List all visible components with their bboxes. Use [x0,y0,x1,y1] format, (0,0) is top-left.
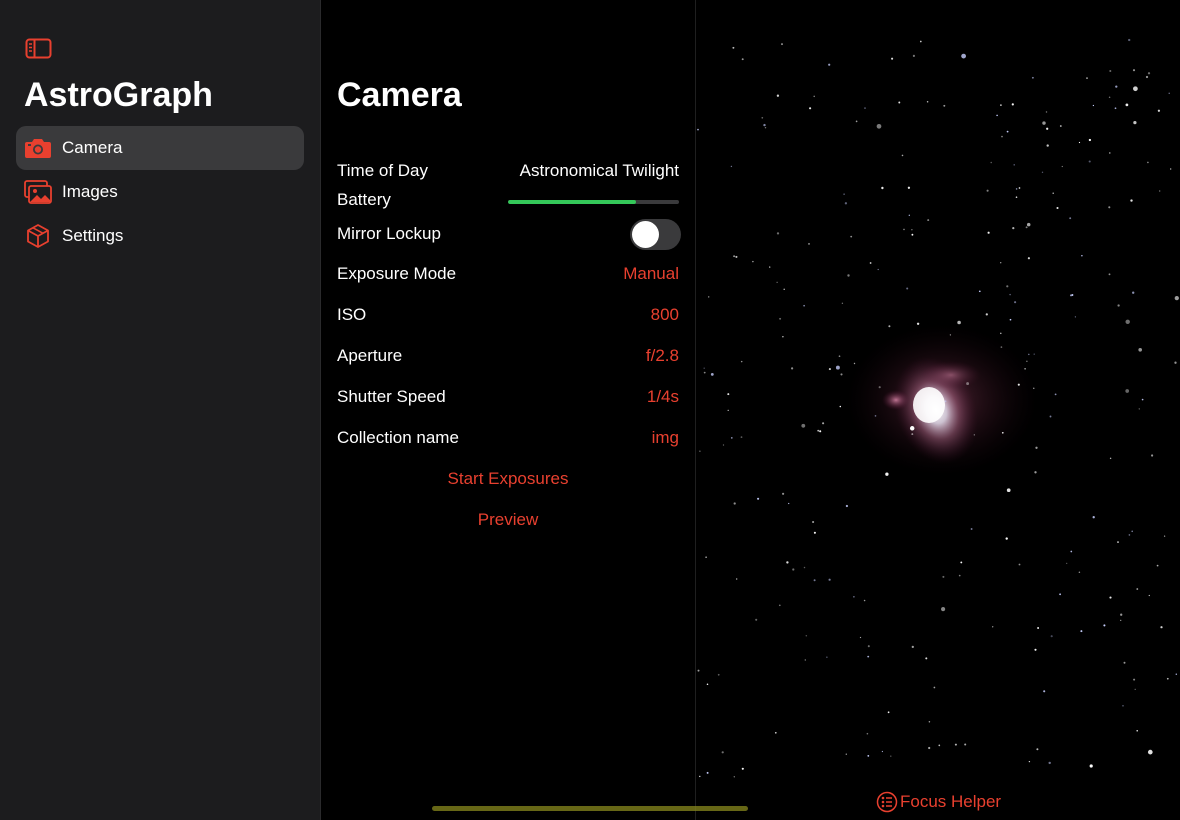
exposure-mode-row[interactable]: Exposure Mode Manual [337,264,679,288]
shutter-speed-row[interactable]: Shutter Speed 1/4s [337,387,679,411]
home-indicator [432,806,748,811]
time-of-day-row: Time of Day Astronomical Twilight [337,161,679,185]
sidebar-item-label: Settings [62,226,124,245]
time-of-day-label: Time of Day [337,161,429,180]
start-exposures-button[interactable]: Start Exposures [337,469,679,489]
focus-helper-label: Focus Helper [900,792,1002,811]
iso-value[interactable]: 800 [651,305,679,325]
app-title: AstroGraph [24,76,213,114]
shutter-speed-label: Shutter Speed [337,387,446,406]
time-of-day-value: Astronomical Twilight [519,161,679,180]
preview-button[interactable]: Preview [337,510,679,530]
battery-label: Battery [337,190,391,209]
sidebar-item-camera[interactable]: Camera [16,126,304,170]
mirror-lockup-label: Mirror Lockup [337,224,441,243]
iso-label: ISO [337,305,367,324]
iso-row[interactable]: ISO 800 [337,305,679,329]
sidebar: AstroGraph Camera Images Settings [0,0,321,820]
photos-icon [24,179,52,205]
sidebar-item-images[interactable]: Images [16,170,304,214]
focus-helper-button[interactable]: Focus Helper [876,790,1001,814]
toggle-knob [632,221,659,248]
cube-icon [24,223,52,249]
page-title: Camera [337,76,462,114]
camera-panel: Camera Time of Day Astronomical Twilight… [321,0,696,820]
sidebar-item-label: Camera [62,138,123,157]
collection-name-value[interactable]: img [652,428,679,448]
camera-icon [24,135,52,161]
collection-name-label: Collection name [337,428,459,447]
aperture-value[interactable]: f/2.8 [646,346,679,366]
collection-name-row[interactable]: Collection name img [337,428,679,452]
sidebar-icon[interactable] [25,38,53,60]
sidebar-item-settings[interactable]: Settings [16,214,304,258]
aperture-label: Aperture [337,346,403,365]
battery-bar [508,200,679,204]
mirror-lockup-toggle[interactable] [630,219,681,250]
exposure-mode-label: Exposure Mode [337,264,457,283]
battery-bar-fill [508,200,637,204]
focus-icon [876,791,898,813]
battery-row: Battery [337,190,679,214]
preview-pane [696,0,1180,820]
aperture-row[interactable]: Aperture f/2.8 [337,346,679,370]
exposure-mode-value[interactable]: Manual [623,264,679,284]
orion-nebula-image [697,38,1179,778]
mirror-lockup-row: Mirror Lockup [337,219,681,250]
sidebar-item-label: Images [62,182,118,201]
shutter-speed-value[interactable]: 1/4s [647,387,679,407]
